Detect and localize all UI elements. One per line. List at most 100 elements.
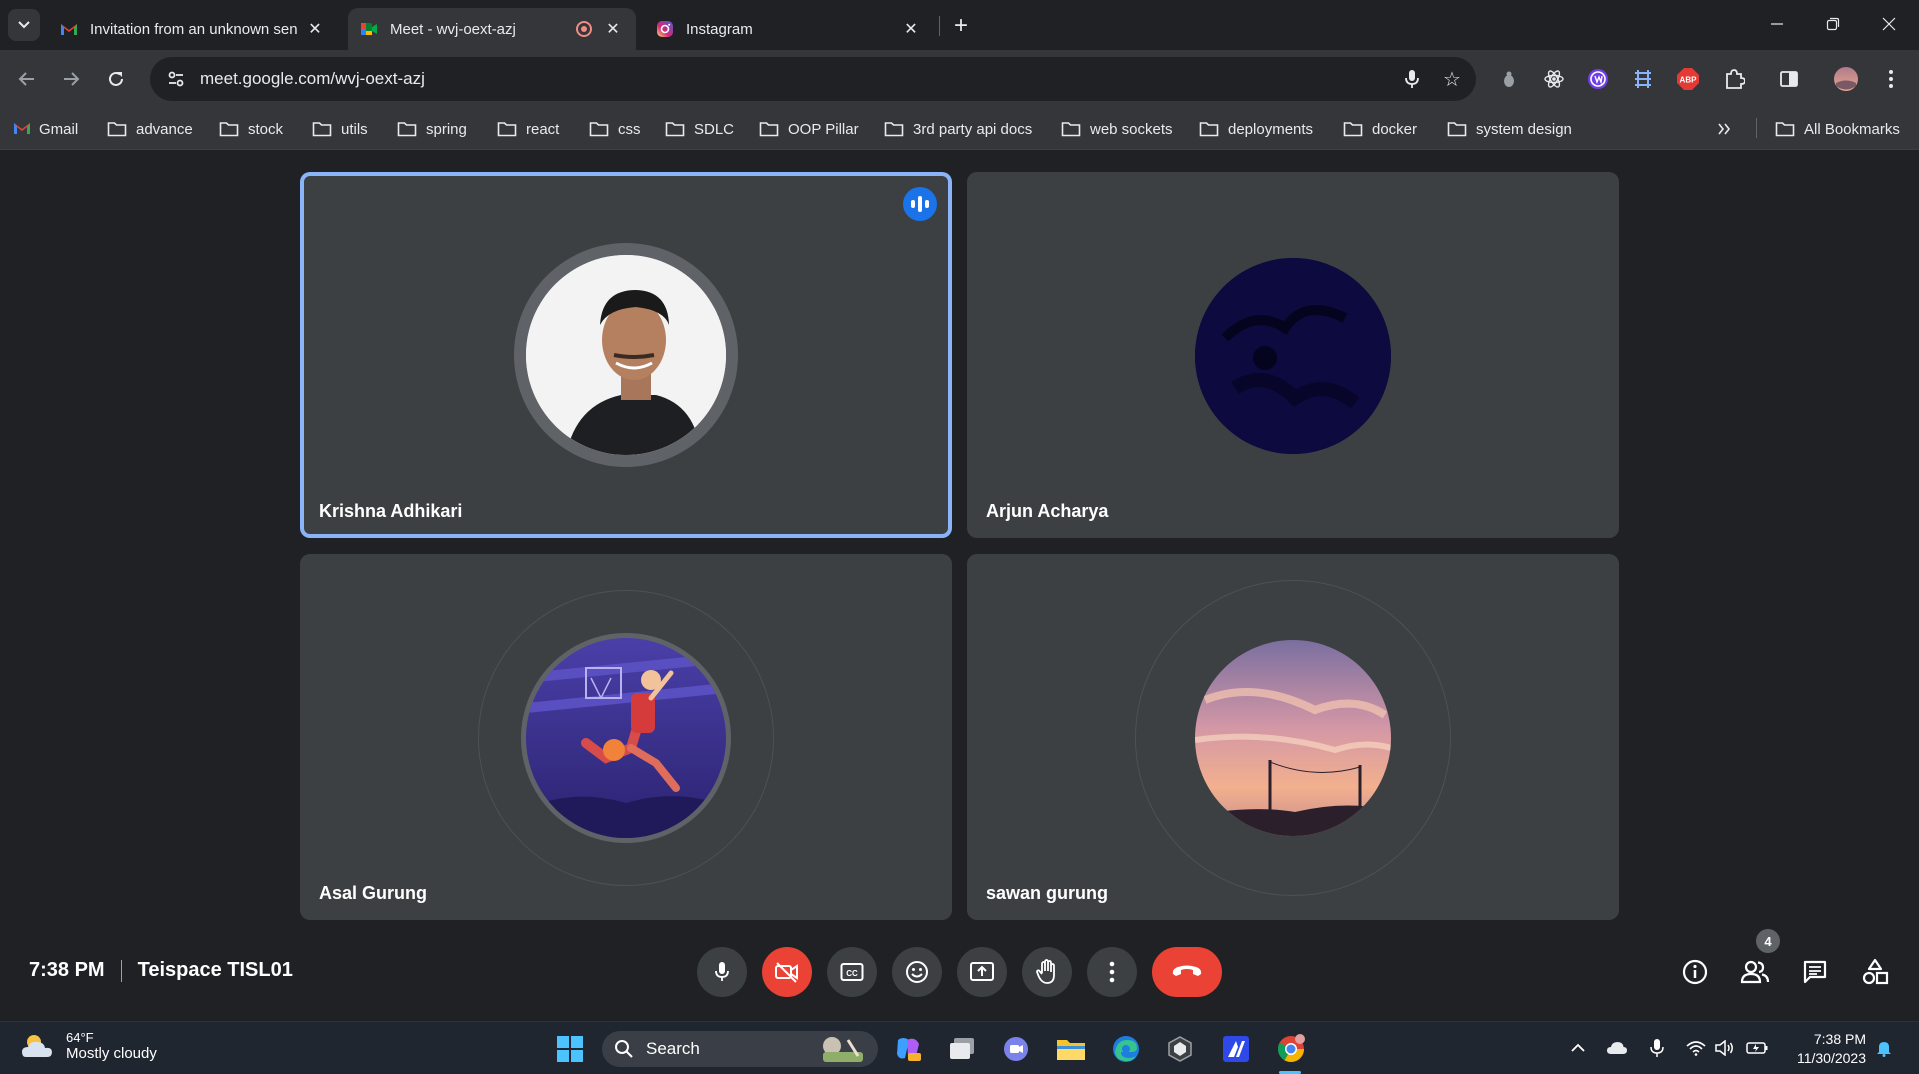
tab-meet[interactable]: Meet - wvj-oext-azj ✕ xyxy=(348,8,636,50)
close-icon[interactable]: ✕ xyxy=(602,18,624,40)
notifications-icon[interactable] xyxy=(1872,1036,1896,1060)
meet-stage: Krishna Adhikari Arjun Acharya Asal Guru… xyxy=(0,151,1919,1021)
bookmark-folder[interactable]: css xyxy=(589,116,641,142)
bookmark-label: deployments xyxy=(1228,120,1314,138)
restore-icon xyxy=(1826,17,1840,31)
profile-avatar[interactable] xyxy=(1830,63,1862,95)
meeting-details-button[interactable] xyxy=(1675,952,1715,992)
copilot-taskbar-icon[interactable] xyxy=(891,1032,925,1066)
bookmark-folder[interactable]: 3rd party api docs xyxy=(884,116,1032,142)
bookmark-folder[interactable]: advance xyxy=(107,116,193,142)
onedrive-icon[interactable] xyxy=(1605,1036,1629,1060)
bookmark-label: Gmail xyxy=(39,120,79,138)
battery-icon[interactable] xyxy=(1745,1036,1769,1060)
site-settings-icon[interactable] xyxy=(154,57,198,101)
tab-gmail[interactable]: Invitation from an unknown sen ✕ xyxy=(48,8,338,50)
bookmarks-overflow-button[interactable] xyxy=(1717,116,1731,142)
activities-button[interactable] xyxy=(1855,952,1895,992)
bookmark-folder[interactable]: OOP Pillar xyxy=(759,116,859,142)
bookmark-folder[interactable]: spring xyxy=(397,116,467,142)
folder-icon xyxy=(1447,121,1467,137)
chrome-taskbar-icon[interactable] xyxy=(1274,1032,1308,1066)
taskbar-clock[interactable]: 7:38 PM 11/30/2023 xyxy=(1786,1030,1866,1068)
participant-tile[interactable]: Asal Gurung xyxy=(300,554,952,920)
bookmark-folder[interactable]: react xyxy=(497,116,559,142)
all-bookmarks[interactable]: All Bookmarks xyxy=(1775,116,1900,142)
taskbar-search[interactable]: Search xyxy=(602,1031,878,1067)
profile-dot-icon[interactable] xyxy=(1493,63,1525,95)
bookmark-gmail[interactable]: Gmail xyxy=(13,116,78,142)
bookmark-folder[interactable]: docker xyxy=(1343,116,1417,142)
people-button[interactable] xyxy=(1735,952,1775,992)
volume-icon[interactable] xyxy=(1713,1036,1737,1060)
tab-search-button[interactable] xyxy=(8,9,40,41)
participant-name: Asal Gurung xyxy=(319,883,428,903)
reactions-button[interactable] xyxy=(892,947,942,997)
weather-widget[interactable]: 64°F Mostly cloudy xyxy=(20,1030,157,1062)
bookmark-label: SDLC xyxy=(694,120,735,138)
close-icon[interactable]: ✕ xyxy=(304,18,326,40)
bookmark-folder[interactable]: SDLC xyxy=(665,116,734,142)
microphone-tray-icon[interactable] xyxy=(1645,1036,1669,1060)
gmail-icon xyxy=(60,20,78,38)
bookmark-folder[interactable]: stock xyxy=(219,116,283,142)
participant-tile[interactable]: Krishna Adhikari xyxy=(300,172,952,538)
sidepanel-icon[interactable] xyxy=(1773,63,1805,95)
teams-chat-icon[interactable] xyxy=(999,1032,1033,1066)
github-desktop-icon[interactable] xyxy=(1163,1032,1197,1066)
file-explorer-icon[interactable] xyxy=(1054,1032,1088,1066)
visual-studio-icon[interactable] xyxy=(1219,1032,1253,1066)
captions-button[interactable]: CC xyxy=(827,947,877,997)
url-text[interactable]: meet.google.com/wvj-oext-azj xyxy=(200,69,1396,89)
present-screen-icon xyxy=(970,962,994,981)
divider xyxy=(120,959,122,982)
wifi-icon[interactable] xyxy=(1684,1036,1708,1060)
edge-browser-icon[interactable] xyxy=(1109,1032,1143,1066)
participant-tile[interactable]: sawan gurung xyxy=(967,554,1619,920)
leave-call-button[interactable] xyxy=(1152,947,1222,997)
bookmark-folder[interactable]: system design xyxy=(1447,116,1572,142)
start-button[interactable] xyxy=(553,1032,587,1066)
minimize-button[interactable] xyxy=(1749,0,1805,48)
new-tab-button[interactable]: + xyxy=(947,12,975,40)
address-bar[interactable]: meet.google.com/wvj-oext-azj ☆ xyxy=(150,57,1476,101)
chevron-up-icon xyxy=(1571,1043,1585,1052)
extension-purple-icon[interactable] xyxy=(1582,63,1614,95)
bookmark-label: spring xyxy=(426,120,467,138)
restore-button[interactable] xyxy=(1805,0,1861,48)
close-icon xyxy=(1882,17,1896,31)
adblock-icon[interactable]: ABP xyxy=(1672,63,1704,95)
bookmark-label: OOP Pillar xyxy=(788,120,859,138)
microphone-button[interactable] xyxy=(697,947,747,997)
back-button[interactable] xyxy=(11,63,43,95)
puzzle-icon[interactable] xyxy=(1718,63,1750,95)
participant-tile[interactable]: Arjun Acharya xyxy=(967,172,1619,538)
bookmark-folder[interactable]: web sockets xyxy=(1061,116,1173,142)
chat-button[interactable] xyxy=(1795,952,1835,992)
folder-icon xyxy=(665,121,685,137)
microphone-icon[interactable] xyxy=(1396,63,1428,95)
more-options-button[interactable] xyxy=(1087,947,1137,997)
reload-button[interactable] xyxy=(100,63,132,95)
close-window-button[interactable] xyxy=(1861,0,1917,48)
bookmark-folder[interactable]: deployments xyxy=(1199,116,1313,142)
tab-instagram[interactable]: Instagram ✕ xyxy=(644,8,934,50)
bookmark-folder[interactable]: utils xyxy=(312,116,368,142)
grid-extension-icon[interactable] xyxy=(1627,63,1659,95)
present-screen-button[interactable] xyxy=(957,947,1007,997)
star-icon[interactable]: ☆ xyxy=(1436,63,1468,95)
task-view-icon[interactable] xyxy=(945,1032,979,1066)
forward-button[interactable] xyxy=(55,63,87,95)
folder-icon xyxy=(589,121,609,137)
speaking-indicator-icon xyxy=(903,187,937,221)
raise-hand-button[interactable] xyxy=(1022,947,1072,997)
folder-icon xyxy=(1199,121,1219,137)
more-vert-icon[interactable] xyxy=(1875,63,1907,95)
meeting-info: 7:38 PM Teispace TISL01 xyxy=(29,959,293,982)
camera-off-button[interactable] xyxy=(762,947,812,997)
cloudy-weather-icon xyxy=(22,1035,52,1057)
show-hidden-icons-button[interactable] xyxy=(1566,1036,1590,1060)
weather-temperature: 64°F xyxy=(66,1030,94,1045)
close-icon[interactable]: ✕ xyxy=(900,18,922,40)
react-devtools-icon[interactable] xyxy=(1538,63,1570,95)
